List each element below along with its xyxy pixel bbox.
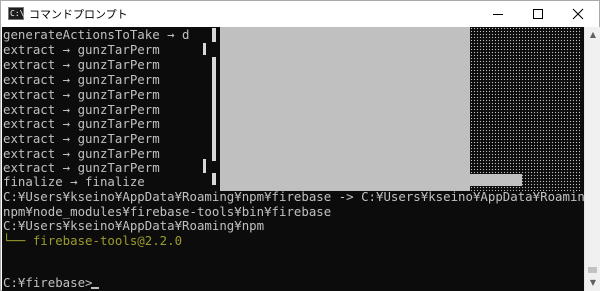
console-line: extract → gunzTarPerm [3,57,160,72]
maximize-icon [533,9,543,19]
console-line: extract → gunzTarPerm [3,102,160,117]
progress-bracket [212,173,216,185]
console-prompt: C:¥firebase> [3,275,93,290]
vertical-scrollbar[interactable]: ▲ ▼ [584,27,600,291]
progress-fill-top [220,27,434,43]
progress-fill [220,27,470,191]
minimize-icon [493,14,503,15]
console-line: extract → gunzTarPerm [3,42,160,57]
progress-bracket [203,43,206,55]
console-line: extract → gunzTarPerm [3,160,160,175]
console-line: C:¥Users¥kseino¥AppData¥Roaming¥npm¥fire… [3,189,584,204]
scroll-up-arrow-icon[interactable]: ▲ [585,27,600,43]
progress-bracket [203,159,206,173]
console-output[interactable]: generateActionsToTake → d extract → gunz… [2,27,584,291]
console-line: extract → gunzTarPerm [3,116,160,131]
title-bar[interactable]: C:\ コマンドプロンプト [1,1,599,27]
cmd-app-icon[interactable]: C:\ [8,7,24,20]
console-line-package: └── firebase-tools@2.2.0 [3,233,183,248]
console-line: npm¥node_modules¥firebase-tools¥bin¥fire… [3,204,332,219]
console-line: finalize → finalize [3,174,145,189]
scroll-down-arrow-icon[interactable]: ▼ [585,275,600,291]
text-cursor [91,287,99,289]
scroll-thumb[interactable] [588,267,597,273]
window-title: コマンドプロンプト [29,8,128,21]
console-line: extract → gunzTarPerm [3,72,160,87]
console-line: extract → gunzTarPerm [3,87,160,102]
progress-bracket [212,57,216,161]
console-line: C:¥Users¥kseino¥AppData¥Roaming¥npm [3,218,265,233]
close-button[interactable] [559,1,597,27]
close-icon [572,8,584,20]
console-line: extract → gunzTarPerm [3,131,160,146]
console-line: generateActionsToTake → d [3,27,190,42]
maximize-button[interactable] [519,1,557,27]
command-prompt-window: C:\ コマンドプロンプト generateActionsToTake → d … [0,0,600,291]
progress-fill-notch [434,43,470,191]
minimize-button[interactable] [479,1,517,27]
console-line: extract → gunzTarPerm [3,146,160,161]
progress-bottom-strip [220,174,522,186]
progress-bracket [212,28,216,42]
